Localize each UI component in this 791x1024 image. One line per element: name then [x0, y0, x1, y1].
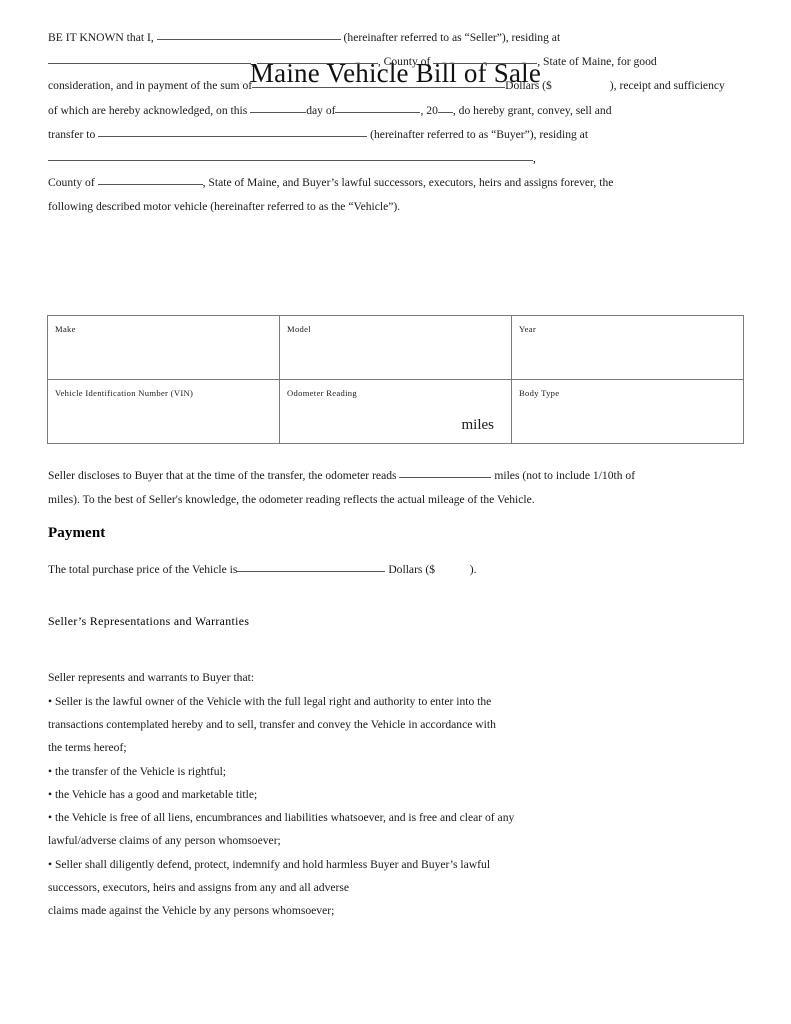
- intro-text-2c: County of: [383, 55, 431, 69]
- table-row: Make Model Year: [47, 315, 744, 380]
- table-cell-body-type[interactable]: Body Type: [511, 379, 744, 444]
- list-item: claims made against the Vehicle by any p…: [48, 904, 335, 918]
- payment-text-a: The total purchase price of the Vehicle …: [48, 562, 238, 576]
- payment-heading: Payment: [48, 525, 106, 542]
- intro-text-7b: , State of Maine, and Buyer’s lawful suc…: [202, 176, 614, 190]
- buyer-name-blank[interactable]: [98, 125, 368, 137]
- lower-sections: Seller discloses to Buyer that at the ti…: [48, 464, 744, 923]
- intro-paragraph-line-8: following described motor vehicle (herei…: [48, 195, 744, 219]
- intro-text-2d: , State of Maine, for good: [537, 55, 657, 69]
- intro-text-4d: , do hereby grant, convey, sell and: [452, 103, 612, 117]
- buyer-county-blank[interactable]: [97, 173, 203, 186]
- representations-intro: Seller represents and warrants to Buyer …: [48, 671, 255, 685]
- odometer-disclosure-text-b: miles (not to include 1/10th of: [494, 469, 636, 482]
- seller-address-blank[interactable]: [48, 52, 251, 65]
- vehicle-details-table: Make Model Year Vehicle Identification N…: [47, 315, 744, 444]
- make-label: Make: [55, 324, 76, 334]
- intro-text-5b: (hereinafter referred to as “Buyer”), re…: [370, 127, 589, 141]
- day-blank[interactable]: [250, 101, 307, 113]
- buyer-address-blank[interactable]: [48, 149, 533, 162]
- intro-paragraph-line-6: ,: [48, 147, 744, 171]
- list-item: • the Vehicle has a good and marketable …: [48, 787, 258, 801]
- intro-text-3c: ), receipt and sufficiency: [609, 79, 725, 93]
- month-blank[interactable]: [335, 101, 421, 113]
- model-label: Model: [287, 324, 311, 334]
- intro-text-1a: BE IT KNOWN that I,: [48, 31, 154, 44]
- odometer-label: Odometer Reading: [287, 388, 357, 398]
- intro-text-7a: County of: [48, 176, 95, 190]
- odometer-disclosure-line-2: miles). To the best of Seller's knowledg…: [48, 488, 744, 512]
- intro-paragraph-line-2: , , County of , State of Maine, for good: [48, 50, 744, 74]
- body-type-label: Body Type: [519, 388, 560, 398]
- table-row: Vehicle Identification Number (VIN) Odom…: [47, 379, 744, 444]
- intro-paragraph-line-3: consideration, and in payment of the sum…: [48, 74, 744, 98]
- intro-text-3b: Dollars ($: [505, 79, 552, 93]
- seller-county-blank[interactable]: [433, 52, 538, 65]
- table-cell-model[interactable]: Model: [279, 315, 512, 380]
- odometer-disclosure-text-a: Seller discloses to Buyer that at the ti…: [48, 469, 397, 482]
- list-item: • Seller shall diligently defend, protec…: [48, 857, 491, 871]
- intro-text-4c: , 20: [420, 103, 438, 117]
- intro-text-2b: ,: [377, 55, 381, 69]
- intro-paragraph-line-7: County of , State of Maine, and Buyer’s …: [48, 171, 744, 195]
- representations-heading: Seller’s Representations and Warranties: [48, 614, 250, 629]
- odometer-reading-blank[interactable]: [399, 466, 492, 478]
- payment-text-b: Dollars ($: [388, 562, 435, 576]
- vin-label: Vehicle Identification Number (VIN): [55, 388, 194, 398]
- intro-section: BE IT KNOWN that I, (hereinafter referre…: [48, 0, 744, 220]
- payment-price-line: The total purchase price of the Vehicle …: [48, 558, 744, 581]
- intro-text-2a: ,: [251, 55, 254, 69]
- list-item: lawful/adverse claims of any person whom…: [48, 834, 281, 848]
- intro-paragraph-line-5: transfer to (hereinafter referred to as …: [48, 123, 744, 147]
- list-item: • the transfer of the Vehicle is rightfu…: [48, 764, 227, 778]
- intro-text-3a: consideration, and in payment of the sum…: [48, 79, 253, 93]
- intro-text-4a: of which are hereby acknowledged, on thi…: [48, 103, 248, 117]
- table-cell-make[interactable]: Make: [47, 315, 280, 380]
- intro-text-6-tail: ,: [533, 152, 536, 166]
- table-cell-vin[interactable]: Vehicle Identification Number (VIN): [47, 379, 280, 444]
- table-cell-year[interactable]: Year: [511, 315, 744, 380]
- seller-name-blank[interactable]: [156, 28, 341, 40]
- purchase-sum-blank[interactable]: [252, 76, 506, 89]
- seller-city-blank[interactable]: [256, 52, 378, 65]
- list-item: the terms hereof;: [48, 741, 127, 755]
- intro-text-8: following described motor vehicle (herei…: [48, 200, 401, 214]
- intro-text-4b: day of: [306, 103, 336, 117]
- list-item: • the Vehicle is free of all liens, encu…: [48, 811, 515, 825]
- year-blank[interactable]: [437, 101, 453, 113]
- list-item: successors, executors, heirs and assigns…: [48, 881, 350, 895]
- list-item: transactions contemplated hereby and to …: [48, 718, 496, 731]
- intro-paragraph-line-1: BE IT KNOWN that I, (hereinafter referre…: [48, 26, 744, 50]
- purchase-price-blank[interactable]: [237, 560, 386, 572]
- intro-paragraph-line-4: of which are hereby acknowledged, on thi…: [48, 99, 744, 123]
- table-cell-odometer[interactable]: Odometer Reading miles: [279, 379, 512, 444]
- odometer-unit-label: miles: [461, 417, 495, 434]
- payment-text-c: ).: [469, 562, 477, 576]
- intro-text-1b: (hereinafter referred to as “Seller”), r…: [343, 31, 561, 44]
- intro-text-5a: transfer to: [48, 127, 96, 141]
- year-label: Year: [519, 324, 537, 334]
- odometer-disclosure-line-1: Seller discloses to Buyer that at the ti…: [48, 464, 744, 488]
- odometer-disclosure-text-c: miles). To the best of Seller's knowledg…: [48, 493, 535, 507]
- document-page: Maine Vehicle Bill of Sale BE IT KNOWN t…: [0, 0, 791, 1024]
- list-item: • Seller is the lawful owner of the Vehi…: [48, 694, 492, 708]
